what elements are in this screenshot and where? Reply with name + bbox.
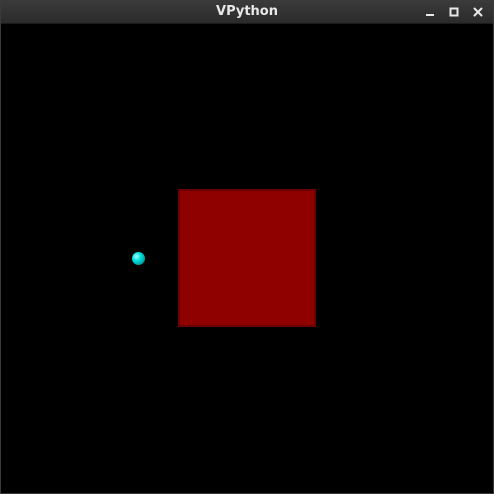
maximize-icon (449, 7, 459, 17)
window-title: VPython (216, 4, 278, 19)
cyan-sphere (132, 252, 145, 265)
title-bar[interactable]: VPython (1, 1, 493, 24)
minimize-icon (425, 7, 435, 17)
scene-canvas[interactable] (1, 24, 493, 493)
window-controls (421, 1, 487, 23)
close-icon (473, 7, 483, 17)
close-button[interactable] (469, 3, 487, 21)
minimize-button[interactable] (421, 3, 439, 21)
maximize-button[interactable] (445, 3, 463, 21)
red-box (178, 189, 316, 327)
vpython-window: VPython (0, 0, 494, 494)
